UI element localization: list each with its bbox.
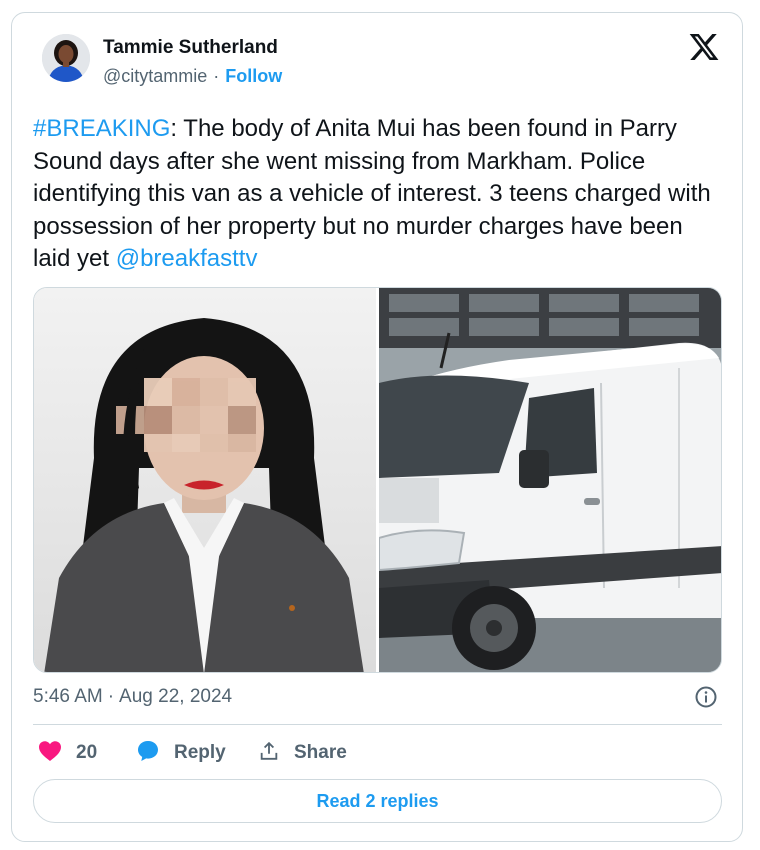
media-image-portrait[interactable]	[34, 288, 376, 672]
reply-bubble-icon	[136, 739, 160, 768]
share-button[interactable]: Share	[258, 739, 347, 767]
mention-link[interactable]: @breakfasttv	[116, 245, 258, 272]
info-icon[interactable]	[694, 685, 718, 709]
like-button[interactable]: 20	[38, 739, 97, 767]
like-count: 20	[76, 742, 98, 763]
tweet-date: Aug 22, 2024	[119, 686, 233, 707]
reply-label: Reply	[174, 742, 226, 763]
follow-button[interactable]: Follow	[225, 66, 282, 86]
media-grid	[33, 287, 722, 673]
share-label: Share	[294, 742, 347, 763]
handle-separator: ·	[213, 66, 220, 86]
tweet-card: Tammie Sutherland @citytammie · Follow #BR…	[11, 12, 743, 842]
reply-button[interactable]: Reply	[136, 739, 226, 767]
tweet-text: #BREAKING: The body of Anita Mui has bee…	[33, 113, 723, 276]
tweet-time: 5:46 AM	[33, 686, 103, 707]
author-handle[interactable]: @citytammie	[103, 66, 207, 86]
share-icon	[258, 740, 280, 767]
heart-icon	[38, 740, 62, 767]
author-name[interactable]: Tammie Sutherland	[103, 37, 278, 59]
timestamp-separator: ·	[107, 686, 115, 707]
read-replies-button[interactable]: Read 2 replies	[33, 779, 722, 823]
x-logo-icon[interactable]	[688, 31, 720, 63]
avatar[interactable]	[42, 34, 90, 82]
hashtag-link[interactable]: #BREAKING	[33, 115, 170, 142]
media-image-van[interactable]	[379, 288, 721, 672]
divider	[33, 724, 722, 725]
author-handle-row: @citytammie · Follow	[103, 66, 282, 87]
tweet-timestamp[interactable]: 5:46 AM · Aug 22, 2024	[33, 686, 232, 708]
